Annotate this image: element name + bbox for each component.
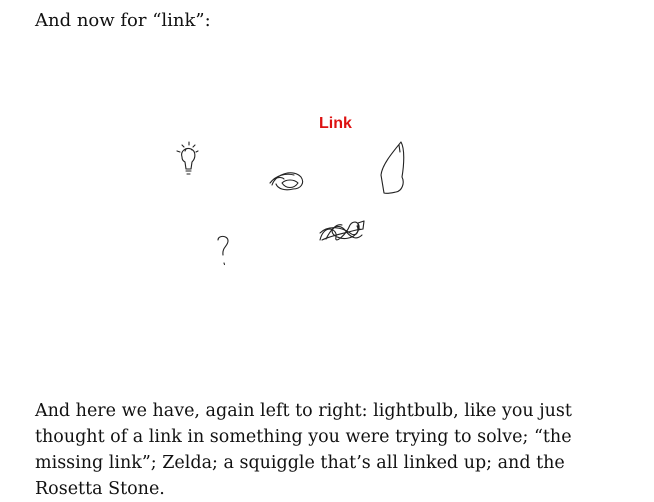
squiggle-sketch-icon <box>319 221 363 241</box>
missing-link-sketch-icon <box>269 172 304 191</box>
question-mark-icon <box>217 235 229 266</box>
zelda-sketch-icon <box>380 141 405 194</box>
sketch-figure: Link <box>160 105 420 285</box>
caption-text: And here we have, again left to right: l… <box>35 401 572 499</box>
figure-label: Link <box>319 115 352 132</box>
intro-text: And now for “link”: <box>35 10 211 31</box>
lightbulb-icon <box>176 141 199 175</box>
sketch-canvas: Link <box>176 115 405 266</box>
